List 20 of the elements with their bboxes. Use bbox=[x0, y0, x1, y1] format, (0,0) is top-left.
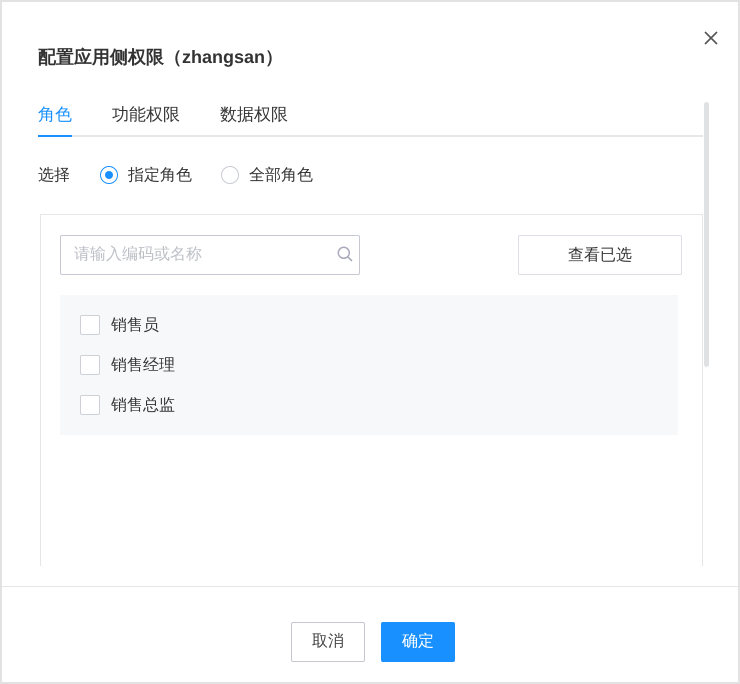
search-icon bbox=[337, 246, 353, 262]
close-icon bbox=[704, 31, 718, 45]
role-label[interactable]: 销售经理 bbox=[111, 354, 175, 376]
view-selected-button[interactable]: 查看已选 bbox=[518, 235, 682, 275]
radio-button[interactable] bbox=[221, 166, 239, 184]
checkbox[interactable] bbox=[80, 315, 100, 335]
scrollbar-thumb[interactable] bbox=[704, 102, 709, 367]
checkbox[interactable] bbox=[80, 355, 100, 375]
cancel-button[interactable]: 取消 bbox=[291, 622, 365, 662]
dialog-title: 配置应用侧权限（zhangsan） bbox=[38, 47, 284, 67]
search-field[interactable]: 请输入编码或名称 bbox=[60, 235, 360, 275]
checkbox[interactable] bbox=[80, 395, 100, 415]
selection-label: 选择 bbox=[38, 166, 70, 186]
radio-label[interactable]: 指定角色 bbox=[128, 164, 192, 186]
radio-label[interactable]: 全部角色 bbox=[249, 164, 313, 186]
role-label[interactable]: 销售总监 bbox=[111, 394, 175, 416]
radio-button[interactable] bbox=[100, 166, 118, 184]
role-label[interactable]: 销售员 bbox=[111, 314, 159, 336]
tab[interactable]: 数据权限 bbox=[220, 103, 288, 137]
tab[interactable]: 功能权限 bbox=[112, 103, 180, 137]
